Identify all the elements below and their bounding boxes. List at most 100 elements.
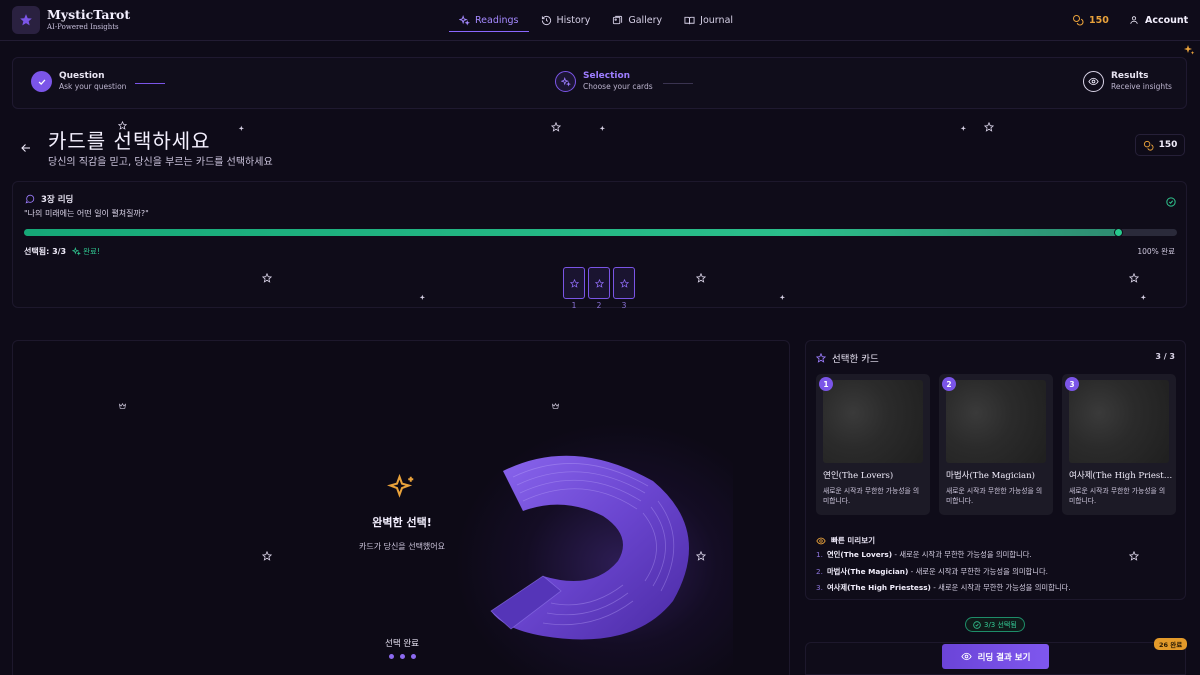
star-icon — [569, 278, 579, 288]
sparkles-icon — [72, 247, 82, 256]
history-icon — [541, 15, 551, 25]
step-results[interactable]: Results Receive insights — [1083, 71, 1172, 92]
view-result-button[interactable]: 리딩 결과 보기 — [942, 644, 1049, 669]
main-nav: Readings History Gallery Journal — [449, 9, 745, 32]
nav-label: History — [556, 14, 591, 26]
app-name: MysticTarot — [47, 7, 131, 23]
selected-count-text: 선택됨: 3/3 — [24, 247, 67, 256]
nav-history[interactable]: History — [531, 9, 601, 31]
step-subtitle: Ask your question — [59, 82, 127, 92]
card-description: 새로운 시작과 무한한 가능성을 의미합니다. — [1069, 487, 1166, 505]
selected-card[interactable]: 1 연인(The Lovers) 새로운 시작과 무한한 가능성을 의미합니다. — [816, 374, 930, 515]
card-slot[interactable]: 1 — [563, 267, 585, 310]
star-icon — [551, 122, 561, 132]
done-label: 완료! — [72, 246, 100, 257]
step-question[interactable]: Question Ask your question — [31, 71, 126, 92]
check-circle-icon — [1166, 192, 1176, 211]
selected-slots: 1 2 3 — [563, 267, 638, 310]
selected-count: 선택됨: 3/3 완료! — [24, 246, 100, 257]
perfect-subtitle: 카드가 당신을 선택했어요 — [358, 542, 446, 551]
message-icon — [25, 194, 35, 204]
page-title: 카드를 선택하세요 — [48, 129, 211, 153]
step-connector — [135, 83, 165, 84]
view-result-label: 리딩 결과 보기 — [977, 652, 1031, 663]
sparkle-icon — [1140, 294, 1146, 300]
card-deck-spread[interactable] — [483, 441, 703, 651]
slot-number: 1 — [571, 301, 577, 310]
card-name: 연인(The Lovers) — [823, 471, 894, 481]
selected-cards-title: 선택한 카드 — [832, 354, 879, 365]
step-subtitle: Receive insights — [1111, 82, 1172, 92]
sparkles-icon — [555, 71, 576, 92]
sparkle-icon — [419, 294, 425, 300]
check-icon — [31, 71, 52, 92]
star-icon — [1129, 551, 1139, 561]
star-icon — [696, 273, 706, 283]
selected-card[interactable]: 3 여사제(The High Priestess) 새로운 시작과 무한한 가능… — [1062, 374, 1176, 515]
crown-icon — [119, 402, 126, 409]
selected-cards-count: 3 / 3 — [1155, 352, 1175, 361]
selected-status-text: 3/3 선택됨 — [984, 620, 1017, 629]
gallery-icon — [613, 15, 623, 24]
nav-gallery[interactable]: Gallery — [602, 9, 672, 31]
selected-card[interactable]: 2 마법사(The Magician) 새로운 시작과 무한한 가능성을 의미합… — [939, 374, 1053, 515]
star-icon — [696, 551, 706, 561]
star-icon — [118, 121, 127, 130]
card-number: 3 — [1065, 377, 1079, 391]
card-name: 여사제(The High Priestess) — [1069, 471, 1173, 481]
card-name: 마법사(The Magician) — [946, 471, 1035, 481]
step-connector — [663, 83, 693, 84]
book-icon — [684, 16, 695, 24]
card-number: 1 — [819, 377, 833, 391]
back-arrow-icon[interactable] — [20, 139, 32, 158]
step-selection[interactable]: Selection Choose your cards — [555, 71, 653, 92]
coin-count: 150 — [1089, 14, 1109, 26]
star-icon — [984, 122, 994, 132]
check-circle-icon — [973, 620, 981, 629]
sparkle-icon — [238, 125, 244, 131]
spread-label: 3장 리딩 — [41, 195, 74, 205]
sparkle-icon — [779, 294, 785, 300]
crown-icon — [552, 402, 559, 409]
reading-question: "나의 미래에는 어떤 일이 펼쳐질까?" — [24, 209, 149, 218]
card-slot[interactable]: 2 — [588, 267, 610, 310]
done-text: 완료! — [83, 247, 100, 256]
app-tagline: AI-Powered Insights — [47, 22, 119, 31]
spread-label-row: 3장 리딩 — [25, 193, 73, 205]
coin-count: 150 — [1158, 140, 1178, 150]
card-description: 새로운 시작과 무한한 가능성을 의미합니다. — [946, 487, 1043, 505]
star-logo-icon — [12, 6, 40, 34]
list-item: 1. 연인(The Lovers) - 새로운 시작과 무한한 가능성을 의미합니… — [816, 550, 1032, 559]
top-header: MysticTarot AI-Powered Insights Readings… — [0, 0, 1200, 41]
coin-balance[interactable]: 150 — [1072, 14, 1109, 26]
nav-readings[interactable]: Readings — [449, 9, 529, 32]
reading-progress-panel: 3장 리딩 "나의 미래에는 어떤 일이 펼쳐질까?" 선택됨: 3/3 완료!… — [12, 181, 1187, 310]
coins-icon — [1073, 15, 1084, 26]
nav-label: Readings — [475, 14, 519, 26]
coin-balance-box[interactable]: 150 — [1135, 134, 1185, 156]
progress-bar-fill — [24, 229, 1120, 236]
app-logo[interactable]: MysticTarot AI-Powered Insights — [12, 6, 130, 34]
card-deck-panel: 완벽한 선택! 카드가 당신을 선택했어요 선택 완료 — [12, 340, 790, 675]
star-icon — [816, 353, 826, 363]
list-item: 3. 여사제(The High Priestess) - 새로운 시작과 무한한 … — [816, 583, 1071, 592]
account-button[interactable]: Account — [1121, 9, 1196, 31]
card-slot[interactable]: 3 — [613, 267, 635, 310]
sparkle-icon — [960, 125, 966, 131]
list-item: 2. 마법사(The Magician) - 새로운 시작과 무한한 가능성을 의… — [816, 566, 1049, 576]
step-subtitle: Choose your cards — [583, 82, 653, 92]
selection-complete-label: 선택 완료 — [385, 639, 419, 649]
sparkle-icon — [1184, 45, 1195, 55]
quick-preview-list: 1. 연인(The Lovers) - 새로운 시작과 무한한 가능성을 의미합니… — [816, 550, 1071, 600]
floating-badge[interactable]: 26 완료 — [1154, 638, 1188, 650]
slot-number: 2 — [596, 301, 602, 310]
user-icon — [1130, 16, 1138, 24]
selected-cards-panel: 선택한 카드 3 / 3 1 연인(The Lovers) 새로운 시작과 무한… — [805, 340, 1186, 600]
sparkle-icon — [599, 125, 605, 131]
card-image — [1069, 380, 1169, 463]
eye-icon — [1083, 71, 1104, 92]
nav-journal[interactable]: Journal — [674, 9, 743, 31]
card-number: 2 — [942, 377, 956, 391]
slot-number: 3 — [621, 301, 627, 310]
account-label: Account — [1145, 14, 1189, 26]
